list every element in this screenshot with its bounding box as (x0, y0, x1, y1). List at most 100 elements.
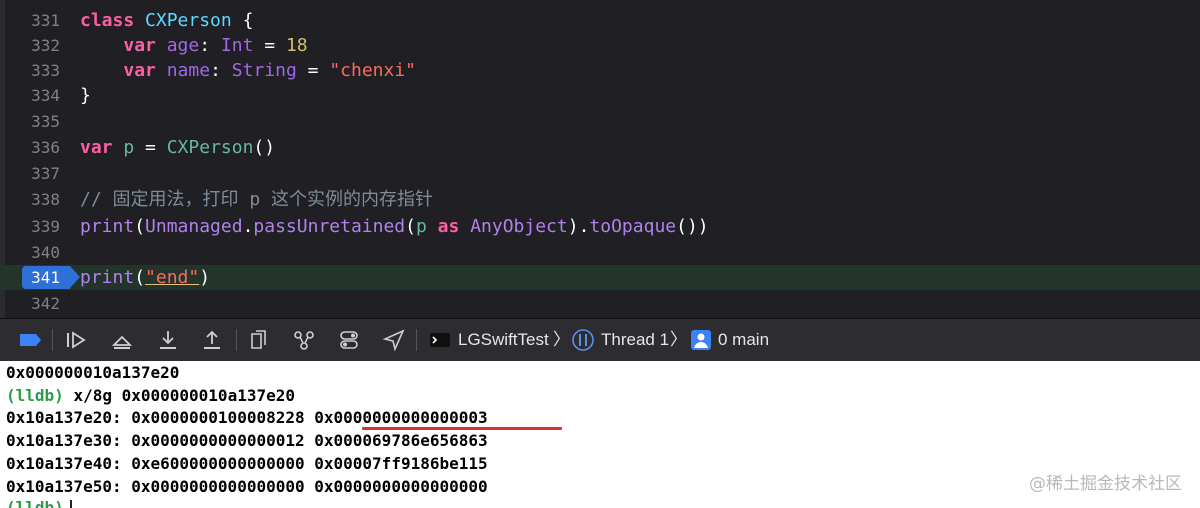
code-text: var p = CXPerson() (80, 135, 275, 160)
line-number[interactable]: 336 (12, 135, 60, 160)
line-number[interactable]: 333 (12, 58, 60, 83)
punct: = (296, 60, 330, 81)
console-prompt-line[interactable]: (lldb) (6, 496, 72, 508)
code-line-341-current[interactable]: 341 print("end") (0, 265, 1200, 290)
environment-overrides-icon[interactable] (337, 328, 361, 352)
code-text: print(Unmanaged.passUnretained(p as AnyO… (80, 214, 709, 239)
code-line-336[interactable]: 336 var p = CXPerson() (0, 135, 1200, 160)
stack-frame-icon (689, 328, 713, 352)
breakpoints-toggle-icon[interactable] (18, 328, 42, 352)
view-hierarchy-icon[interactable] (247, 328, 271, 352)
punct: : (210, 60, 232, 81)
punct: = (134, 137, 167, 158)
line-number[interactable]: 342 (12, 291, 60, 316)
variable-name: p (123, 137, 135, 158)
code-line-332[interactable]: 332 var age: Int = 18 (0, 33, 1200, 58)
punct: ()) (676, 216, 709, 237)
memory-row-prefix: 0x10a137e20: 0x0000000100008228 (6, 408, 315, 427)
method-call: toOpaque (589, 216, 677, 237)
toolbar-divider (52, 329, 53, 351)
punct: { (231, 10, 254, 31)
console-output-line: 0x10a137e20: 0x0000000100008228 0x000000… (6, 406, 488, 429)
type-name: Int (220, 35, 254, 56)
code-line-335[interactable]: 335 (0, 109, 1200, 134)
string-literal: "chenxi" (329, 60, 417, 81)
step-over-icon[interactable] (110, 328, 134, 352)
method-call: passUnretained (253, 216, 406, 237)
line-number[interactable]: 335 (12, 109, 60, 134)
console-output-line: 0x10a137e30: 0x0000000000000012 0x000069… (6, 431, 488, 450)
property-name: name (166, 60, 211, 81)
code-line-334[interactable]: 334 } (0, 83, 1200, 108)
thread-icon (571, 328, 595, 352)
function-call: print (80, 267, 135, 288)
text-cursor (69, 500, 72, 508)
step-into-icon[interactable] (156, 328, 180, 352)
terminal-icon (428, 328, 452, 352)
class-call: CXPerson (166, 137, 254, 158)
keyword: var (80, 137, 113, 158)
code-line-338[interactable]: 338 // 固定用法，打印 p 这个实例的内存指针 (0, 187, 1200, 212)
console-output-line: 0x000000010a137e20 (6, 363, 180, 382)
code-text: var name: String = "chenxi" (80, 58, 416, 83)
line-number[interactable]: 341 (12, 265, 60, 290)
step-out-icon[interactable] (200, 328, 224, 352)
code-line-331[interactable]: 331 class CXPerson { (0, 8, 1200, 33)
console-command-line: (lldb) x/8g 0x000000010a137e20 (6, 384, 295, 407)
line-number[interactable]: 340 (12, 240, 60, 265)
code-text: print("end") (80, 265, 210, 290)
lldb-prompt: (lldb) (6, 498, 64, 508)
toolbar-divider (236, 329, 237, 351)
code-editor[interactable]: 331 class CXPerson { 332 var age: Int = … (0, 0, 1200, 318)
punct: ( (405, 216, 416, 237)
punct: () (253, 137, 276, 158)
breadcrumb-chevron: 〉 (670, 330, 687, 349)
memory-graph-icon[interactable] (292, 328, 316, 352)
punct: ). (567, 216, 590, 237)
punct: . (242, 216, 254, 237)
debug-toolbar: LGSwiftTest 〉 Thread 1 〉 0 main (0, 318, 1200, 362)
code-line-333[interactable]: 333 var name: String = "chenxi" (0, 58, 1200, 83)
breadcrumb-frame[interactable]: 0 main (718, 328, 769, 352)
continue-icon[interactable] (64, 328, 88, 352)
debug-console[interactable]: 0x000000010a137e20 (lldb) x/8g 0x0000000… (0, 361, 1200, 508)
property-name: age (166, 35, 200, 56)
console-output-line: 0x10a137e50: 0x0000000000000000 0x000000… (6, 477, 488, 496)
punct: ( (134, 216, 146, 237)
keyword: class (80, 10, 135, 31)
keyword: var (123, 60, 156, 81)
console-output-line: 0x10a137e40: 0xe600000000000000 0x00007f… (6, 454, 488, 473)
simulate-location-icon[interactable] (382, 328, 406, 352)
function-call: print (80, 216, 135, 237)
number-literal: 18 (285, 35, 308, 56)
watermark: @稀土掘金技术社区 (1029, 474, 1182, 494)
code-line-340[interactable]: 340 (0, 240, 1200, 265)
breadcrumb-thread[interactable]: Thread 1 (601, 328, 669, 352)
line-number[interactable]: 338 (12, 187, 60, 212)
code-text: class CXPerson { (80, 8, 253, 33)
type-name: AnyObject (470, 216, 568, 237)
keyword: var (123, 35, 156, 56)
toolbar-divider (416, 329, 417, 351)
code-line-339[interactable]: 339 print(Unmanaged.passUnretained(p as … (0, 214, 1200, 239)
breadcrumb-target[interactable]: LGSwiftTest (458, 328, 549, 352)
code-line-337[interactable]: 337 (0, 161, 1200, 186)
line-number[interactable]: 331 (12, 8, 60, 33)
class-name: CXPerson (145, 10, 232, 31)
type-name: String (231, 60, 297, 81)
string-literal: "end" (145, 267, 200, 288)
breadcrumb-chevron: 〉 (553, 330, 570, 349)
line-number[interactable]: 334 (12, 83, 60, 108)
line-number[interactable]: 339 (12, 214, 60, 239)
variable-name: p (415, 216, 427, 237)
type-name: Unmanaged (145, 216, 243, 237)
console-command: x/8g 0x000000010a137e20 (73, 386, 295, 405)
code-line-342[interactable]: 342 (0, 291, 1200, 316)
lldb-prompt: (lldb) (6, 386, 64, 405)
punct: : (199, 35, 221, 56)
line-number[interactable]: 337 (12, 161, 60, 186)
punct: = (253, 35, 286, 56)
line-number[interactable]: 332 (12, 33, 60, 58)
punct: ( (134, 267, 146, 288)
highlighted-refcount-value: 0x0000000000000003 (314, 408, 488, 427)
